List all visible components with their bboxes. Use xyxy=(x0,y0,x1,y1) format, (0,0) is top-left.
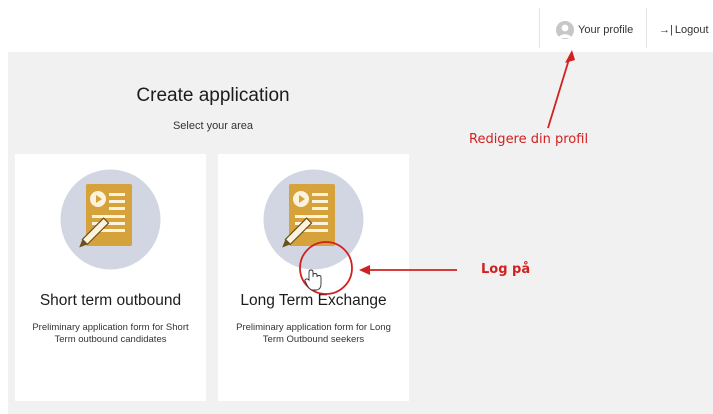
card-title: Long Term Exchange xyxy=(240,292,387,309)
card-long-term-exchange[interactable]: Long Term Exchange Preliminary applicati… xyxy=(218,154,409,401)
avatar-icon xyxy=(556,21,574,39)
header-divider xyxy=(539,8,540,48)
annotation-login-note: Log på xyxy=(481,262,531,277)
card-description: Preliminary application form for Short T… xyxy=(32,322,189,345)
your-profile-link[interactable]: Your profile xyxy=(556,18,633,42)
card-title: Short term outbound xyxy=(39,292,182,309)
main-content: Create application Select your area Shor… xyxy=(8,52,713,414)
document-pen-icon xyxy=(60,169,161,270)
page-subtitle: Select your area xyxy=(172,120,254,132)
annotation-profile-note: Redigere din profil xyxy=(469,132,589,147)
document-pen-icon xyxy=(263,169,364,270)
logout-label: Logout xyxy=(674,24,709,36)
logout-link[interactable]: →| Logout xyxy=(659,18,709,42)
card-short-term-outbound[interactable]: Short term outbound Preliminary applicat… xyxy=(15,154,206,401)
top-bar: Your profile →| Logout xyxy=(0,0,713,52)
logout-icon: →| xyxy=(659,24,673,36)
card-description: Preliminary application form for Long Te… xyxy=(236,322,391,345)
page-title: Create application xyxy=(136,85,290,106)
header-divider xyxy=(646,8,647,48)
your-profile-label: Your profile xyxy=(578,24,634,36)
